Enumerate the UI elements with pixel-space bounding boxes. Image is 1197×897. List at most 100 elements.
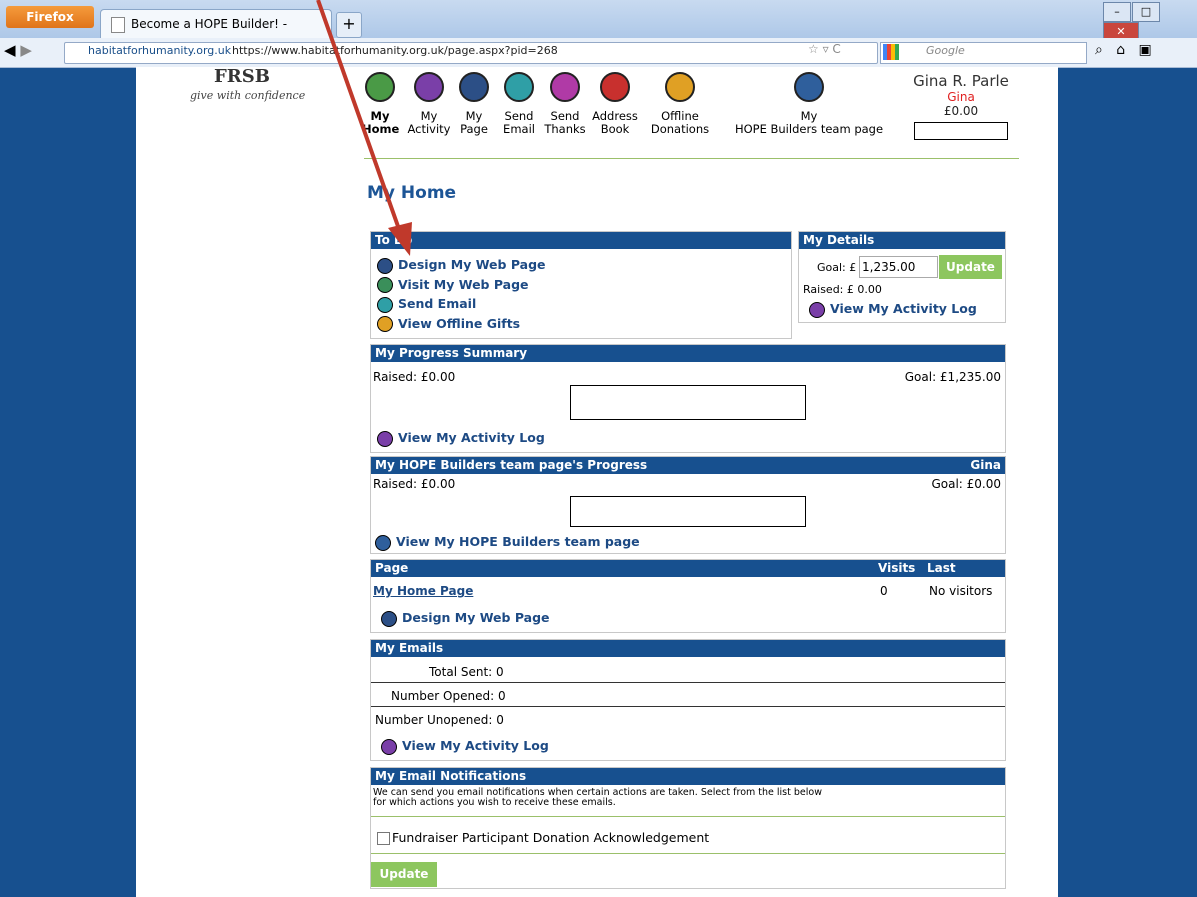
notification-checkbox[interactable] <box>377 832 390 845</box>
emails-panel: My Emails Total Sent: 0 Number Opened: 0… <box>370 639 1006 761</box>
last-visited: No visitors <box>929 584 993 598</box>
nav-item-3[interactable]: Send Email <box>497 72 541 136</box>
firefox-menu-button[interactable]: Firefox <box>6 6 94 28</box>
todo-link-label: View Offline Gifts <box>398 315 521 331</box>
team-icon <box>375 534 391 551</box>
team-goal: Goal: £0.00 <box>931 477 1001 491</box>
logo-tagline: give with confidence <box>190 89 306 102</box>
home-icon <box>365 72 395 102</box>
user-team: Gina <box>947 90 975 104</box>
user-summary: Gina R. Parle Gina £0.00 <box>908 72 1014 140</box>
url-text[interactable]: https://www.habitatforhumanity.org.uk/pa… <box>232 44 558 57</box>
pages-design-link[interactable]: Design My Web Page <box>381 610 550 627</box>
user-name: Gina R. Parle <box>913 72 1009 90</box>
offline-donations-icon <box>665 72 695 102</box>
search-icon[interactable]: ⌕ <box>1095 42 1103 58</box>
frsb-logo: FRSB give with confidence <box>190 66 305 102</box>
team-name: Gina <box>970 458 1001 472</box>
nav-item-4[interactable]: Send Thanks <box>541 72 589 136</box>
todo-link-icon <box>377 296 393 313</box>
todo-header: To Do <box>371 232 791 249</box>
toolbar-icons[interactable]: ⌕ ⌂ ▣ <box>1095 42 1152 58</box>
notifications-update-button[interactable]: Update <box>371 862 437 887</box>
notifications-divider <box>371 853 1005 854</box>
progress-raised: Raised: £0.00 <box>373 370 456 384</box>
nav-item-5[interactable]: Address Book <box>590 72 640 136</box>
progress-bar <box>570 385 806 420</box>
minimize-icon[interactable]: – <box>1103 2 1131 22</box>
visits-count: 0 <box>880 584 888 598</box>
todo-link-label: Send Email <box>398 296 477 311</box>
window-controls: – □✕ <box>1103 2 1195 42</box>
team-progress-panel: My HOPE Builders team page's Progress Gin… <box>370 456 1006 554</box>
todo-link-2[interactable]: Send Email <box>377 294 785 314</box>
emails-header: My Emails <box>371 640 1005 657</box>
notifications-header: My Email Notifications <box>371 768 1005 785</box>
nav-item-label-line2: Thanks <box>544 122 586 136</box>
emails-divider <box>371 706 1005 707</box>
notifications-divider <box>371 816 1005 817</box>
user-progress-box <box>914 122 1008 140</box>
col-page: Page <box>375 561 409 575</box>
url-site-identity[interactable]: habitatforhumanity.org.uk <box>88 44 231 57</box>
nav-item-label-line2: Book <box>600 122 630 136</box>
user-balance: £0.00 <box>943 104 979 118</box>
todo-panel: To Do Design My Web Page Visit My Web Pag… <box>370 231 792 339</box>
progress-activity-link[interactable]: View My Activity Log <box>377 430 545 447</box>
todo-link-label: Design My Web Page <box>398 257 546 272</box>
browser-tab[interactable]: Become a HOPE Builder! - Habitat for H..… <box>100 9 332 59</box>
emails-activity-link[interactable]: View My Activity Log <box>381 738 549 755</box>
search-placeholder: Google <box>926 44 965 57</box>
pages-panel: Page Visits Last Visited My Home Page 0 … <box>370 559 1006 633</box>
nav-item-label-line2: Activity <box>407 122 451 136</box>
todo-link-1[interactable]: Visit My Web Page <box>377 275 785 295</box>
team-icon <box>794 72 824 102</box>
emails-divider <box>371 682 1005 683</box>
nav-item-7[interactable]: My HOPE Builders team page <box>724 72 894 136</box>
todo-link-icon <box>377 316 393 332</box>
search-box[interactable] <box>880 42 1087 64</box>
new-tab-button[interactable]: + <box>336 12 362 38</box>
todo-links: Design My Web Page Visit My Web Page Send … <box>371 249 791 333</box>
maximize-icon[interactable]: □ <box>1132 2 1160 22</box>
nav-item-6[interactable]: Offline Donations <box>643 72 717 136</box>
nav-item-2[interactable]: My Page <box>452 72 496 136</box>
todo-link-icon <box>377 277 393 293</box>
todo-link-3[interactable]: View Offline Gifts <box>377 314 785 334</box>
progress-goal: Goal: £1,235.00 <box>904 370 1001 384</box>
address-book-icon <box>600 72 630 102</box>
details-update-button[interactable]: Update <box>939 255 1002 279</box>
goal-input[interactable]: 1,235.00 <box>859 256 938 278</box>
bookmark-star-icon[interactable]: ☆ ▿ C <box>808 42 841 56</box>
team-raised: Raised: £0.00 <box>373 477 456 491</box>
activity-icon <box>377 430 393 447</box>
page-icon <box>459 72 489 102</box>
team-progress-bar <box>570 496 806 527</box>
todo-link-0[interactable]: Design My Web Page <box>377 255 785 275</box>
nav-item-0[interactable]: My Home <box>362 72 399 136</box>
logo-mark: FRSB <box>214 66 270 87</box>
notifications-panel: My Email Notifications We can send you e… <box>370 767 1006 889</box>
page-icon <box>111 16 125 33</box>
nav-item-1[interactable]: My Activity <box>406 72 452 136</box>
home-icon[interactable]: ⌂ <box>1116 42 1125 58</box>
back-forward-buttons[interactable]: ◀ ▶ <box>4 41 56 63</box>
progress-header: My Progress Summary <box>371 345 1005 362</box>
forward-arrow-icon[interactable]: ▶ <box>20 41 32 59</box>
email-icon <box>504 72 534 102</box>
bookmarks-icon[interactable]: ▣ <box>1138 42 1151 58</box>
total-sent: Total Sent: 0 <box>429 665 504 679</box>
google-search-engine-icon[interactable] <box>883 44 899 60</box>
page-icon <box>381 610 397 627</box>
back-arrow-icon[interactable]: ◀ <box>4 41 16 59</box>
number-opened: Number Opened: 0 <box>391 689 506 703</box>
number-unopened: Number Unopened: 0 <box>375 713 504 727</box>
nav-item-label-line2: Email <box>503 122 535 136</box>
my-home-page-link[interactable]: My Home Page <box>373 584 473 598</box>
details-raised: Raised: £ 0.00 <box>803 283 882 296</box>
team-page-link[interactable]: View My HOPE Builders team page <box>375 534 640 551</box>
details-activity-link[interactable]: View My Activity Log <box>809 301 977 318</box>
progress-panel: My Progress Summary Raised: £0.00 Goal: … <box>370 344 1006 453</box>
nav-item-label-line2: Donations <box>650 122 710 136</box>
activity-icon <box>414 72 444 102</box>
